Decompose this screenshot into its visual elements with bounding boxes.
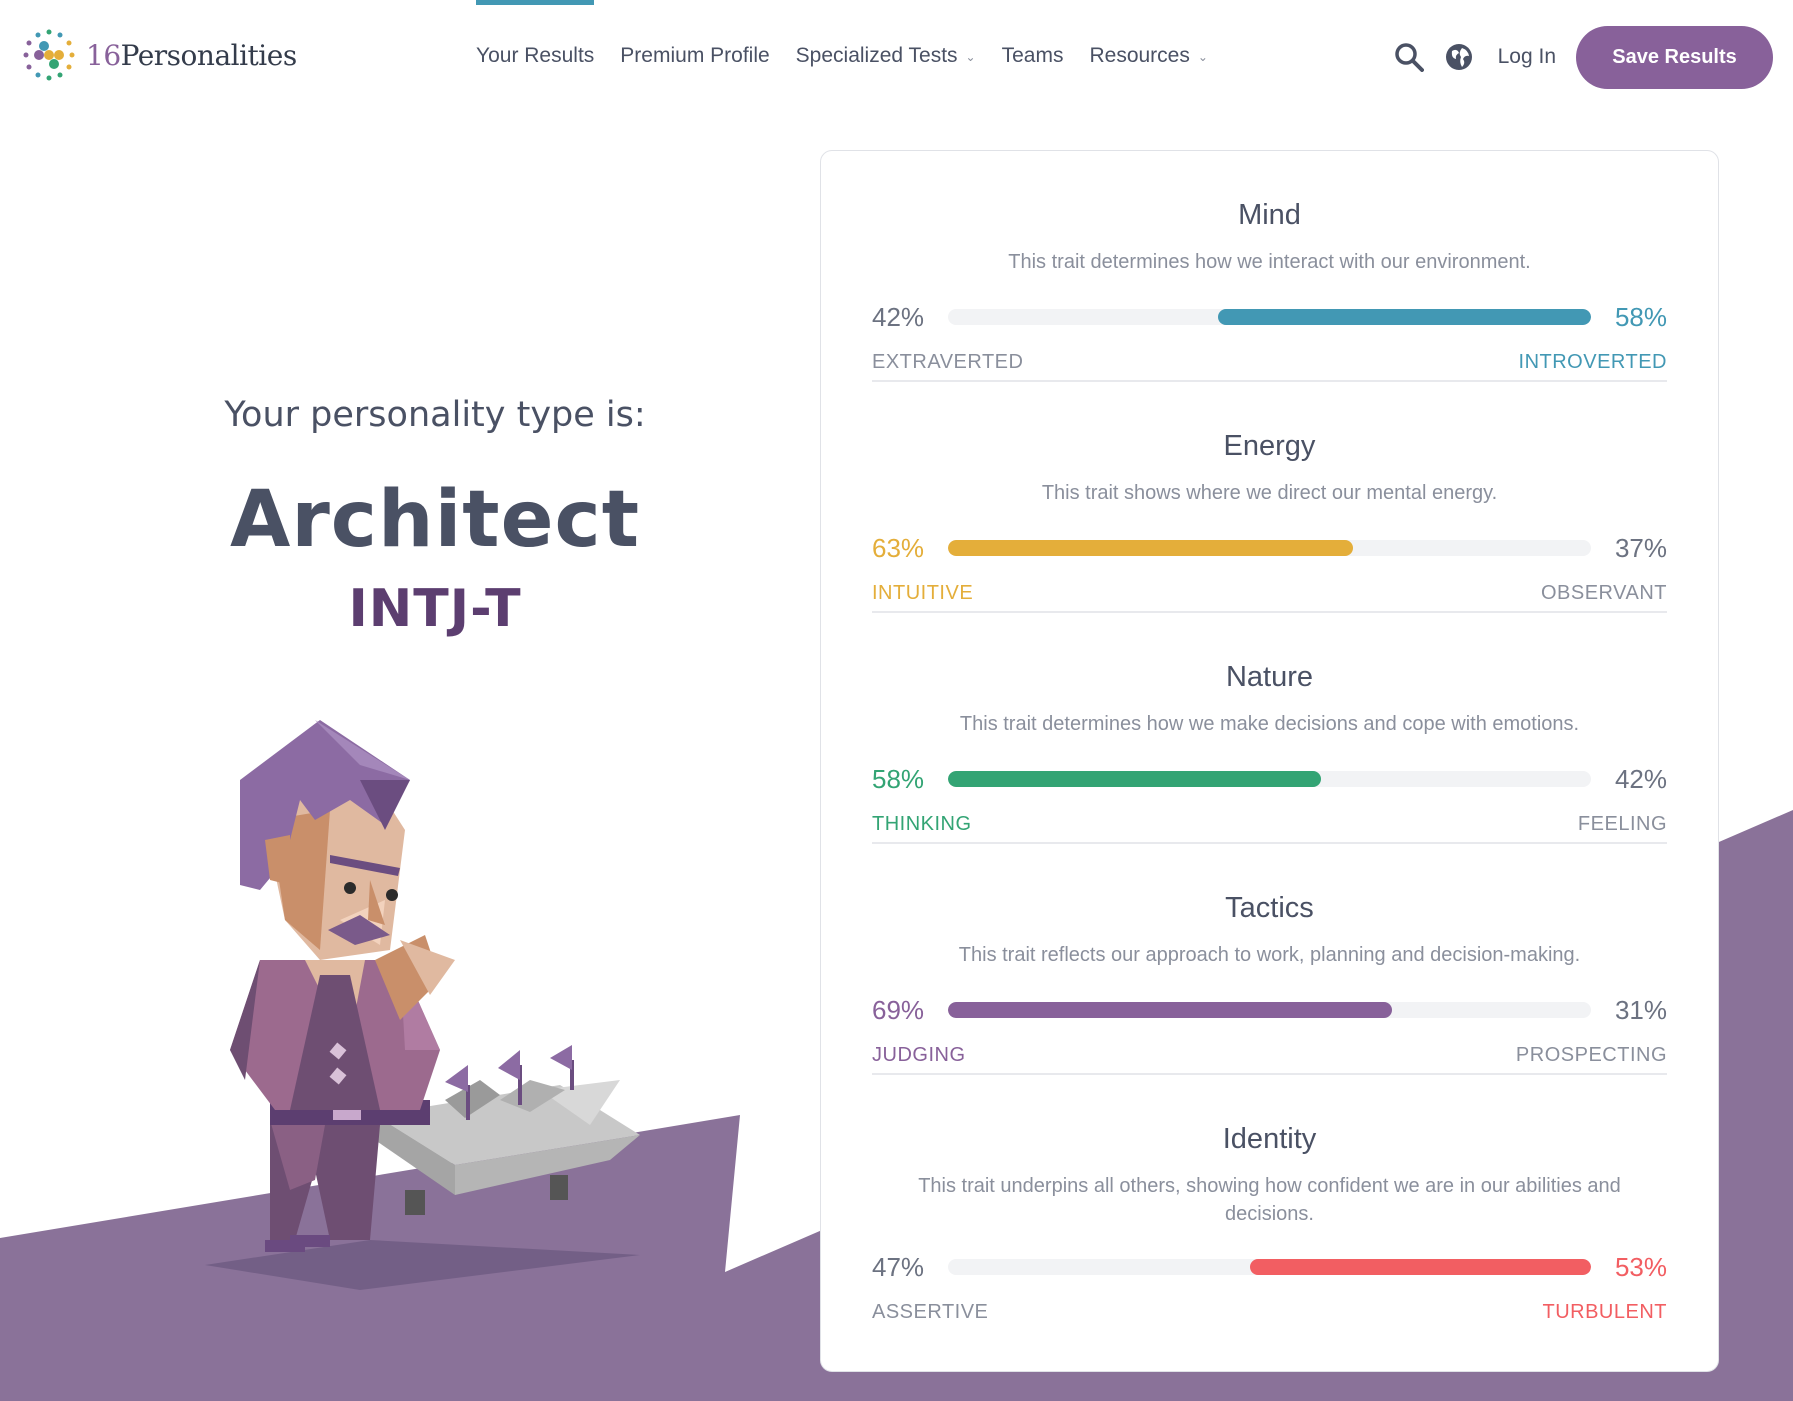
trait-description: This trait shows where we direct our men… xyxy=(1041,482,1498,504)
trait-bar-track xyxy=(948,309,1591,325)
login-link[interactable]: Log In xyxy=(1498,45,1556,69)
trait-identity: Identity This trait underpins all others… xyxy=(872,1075,1667,1365)
trait-tactics: Tactics This trait reflects our approach… xyxy=(872,844,1667,1075)
trait-right-label: INTROVERTED xyxy=(1518,351,1667,373)
trait-bar-track xyxy=(948,1259,1591,1275)
trait-bar-fill xyxy=(948,540,1354,556)
nav-resources[interactable]: Resources ⌄ xyxy=(1089,0,1207,112)
trait-labels: JUDGING PROSPECTING xyxy=(872,1044,1667,1067)
site-header: 16Personalities Your Results Premium Pro… xyxy=(0,0,1793,112)
result-summary: Your personality type is: Architect INTJ… xyxy=(0,395,870,639)
main-nav: Your Results Premium Profile Specialized… xyxy=(476,0,1234,112)
trait-labels: EXTRAVERTED INTROVERTED xyxy=(872,351,1667,374)
trait-left-label: JUDGING xyxy=(872,1044,966,1066)
trait-bar-track xyxy=(948,771,1591,787)
personality-type-code: INTJ-T xyxy=(348,579,522,639)
trait-bar-track xyxy=(948,540,1591,556)
trait-title: Tactics xyxy=(1225,892,1314,924)
trait-description: This trait determines how we interact wi… xyxy=(1008,251,1531,273)
trait-mind: Mind This trait determines how we intera… xyxy=(872,151,1667,382)
chevron-down-icon: ⌄ xyxy=(1197,50,1208,64)
trait-left-percent: 58% xyxy=(872,763,925,794)
trait-right-label: TURBULENT xyxy=(1542,1301,1667,1323)
trait-right-percent: 42% xyxy=(1614,763,1667,794)
trait-bar-fill xyxy=(948,1002,1392,1018)
trait-right-percent: 37% xyxy=(1614,532,1667,563)
trait-right-percent: 58% xyxy=(1614,301,1667,332)
trait-bar-row: 63% 37% xyxy=(872,528,1667,568)
trait-title: Identity xyxy=(1222,1123,1317,1155)
trait-labels: ASSERTIVE TURBULENT xyxy=(872,1301,1667,1324)
trait-left-percent: 47% xyxy=(872,1251,925,1282)
trait-left-label: THINKING xyxy=(872,813,972,835)
trait-bar-fill xyxy=(1218,309,1591,325)
trait-bar-fill xyxy=(948,771,1321,787)
personality-type-name: Architect xyxy=(229,475,641,565)
trait-bar-row: 42% 58% xyxy=(872,297,1667,337)
trait-title: Mind xyxy=(1238,199,1301,231)
nav-your-results[interactable]: Your Results xyxy=(476,0,595,112)
search-icon[interactable] xyxy=(1392,40,1426,74)
trait-labels: THINKING FEELING xyxy=(872,813,1667,836)
trait-title: Energy xyxy=(1223,430,1316,462)
trait-bar-row: 58% 42% xyxy=(872,759,1667,799)
header-actions: Log In Save Results xyxy=(1392,25,1773,89)
traits-card: Mind This trait determines how we intera… xyxy=(820,150,1719,1372)
trait-right-label: OBSERVANT xyxy=(1540,582,1667,604)
save-results-button[interactable]: Save Results xyxy=(1576,25,1773,89)
trait-title: Nature xyxy=(1225,661,1314,693)
trait-description: This trait reflects our approach to work… xyxy=(958,944,1581,966)
chevron-down-icon: ⌄ xyxy=(965,50,976,64)
logo[interactable]: 16Personalities xyxy=(20,26,297,84)
trait-right-percent: 53% xyxy=(1614,1251,1667,1282)
trait-left-label: EXTRAVERTED xyxy=(872,351,1024,373)
trait-right-label: PROSPECTING xyxy=(1515,1044,1667,1066)
trait-left-percent: 69% xyxy=(872,994,925,1025)
trait-left-label: INTUITIVE xyxy=(872,582,974,604)
trait-bar-fill xyxy=(1250,1259,1591,1275)
nav-teams[interactable]: Teams xyxy=(1002,0,1064,112)
trait-right-percent: 31% xyxy=(1614,994,1667,1025)
trait-energy: Energy This trait shows where we direct … xyxy=(872,382,1667,613)
trait-left-percent: 63% xyxy=(872,532,925,563)
nav-specialized-tests[interactable]: Specialized Tests ⌄ xyxy=(796,0,976,112)
trait-bar-track xyxy=(948,1002,1591,1018)
trait-nature: Nature This trait determines how we make… xyxy=(872,613,1667,844)
trait-labels: INTUITIVE OBSERVANT xyxy=(872,582,1667,605)
logo-wordmark: 16Personalities xyxy=(86,38,297,72)
globe-icon[interactable] xyxy=(1442,40,1476,74)
trait-right-label: FEELING xyxy=(1577,813,1667,835)
nav-premium-profile[interactable]: Premium Profile xyxy=(620,0,769,112)
trait-description: This trait determines how we make decisi… xyxy=(959,713,1580,735)
trait-bar-row: 47% 53% xyxy=(872,1247,1667,1287)
trait-left-label: ASSERTIVE xyxy=(872,1301,989,1323)
trait-description: This trait underpins all others, showing… xyxy=(918,1175,1621,1225)
trait-left-percent: 42% xyxy=(872,301,925,332)
result-intro: Your personality type is: xyxy=(224,395,646,435)
logo-icon xyxy=(23,29,75,81)
trait-bar-row: 69% 31% xyxy=(872,990,1667,1030)
architect-character-illustration xyxy=(205,720,640,1290)
